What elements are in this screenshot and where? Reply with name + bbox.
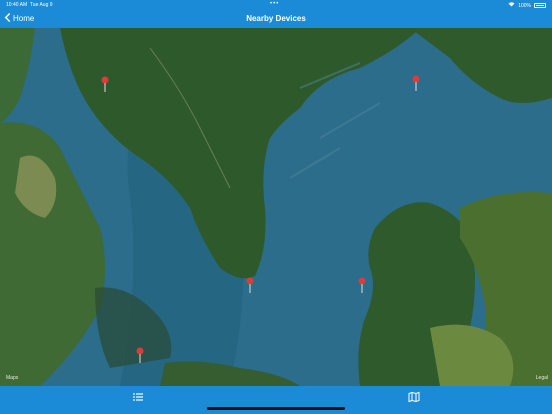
satellite-map[interactable]: Maps Legal (0, 28, 552, 386)
map-tab[interactable] (408, 390, 420, 403)
device-pin-5[interactable] (136, 347, 144, 363)
battery-percent: 100% (518, 2, 531, 9)
map-terrain (0, 28, 552, 386)
map-pin-icon (101, 76, 109, 92)
list-icon (133, 393, 143, 401)
map-icon (408, 391, 420, 403)
battery-icon (534, 3, 546, 8)
device-pin-2[interactable] (412, 75, 420, 91)
map-pin-icon (412, 75, 420, 91)
status-time: 10:40 AM Tue Aug 9 (6, 2, 53, 8)
list-tab[interactable] (132, 390, 144, 402)
maps-attribution: Maps (6, 375, 19, 381)
navigation-bar: Home Nearby Devices (0, 10, 552, 28)
map-pin-icon (358, 277, 366, 293)
wifi-icon (508, 2, 515, 9)
status-right: 100% (508, 2, 546, 9)
status-bar: 10:40 AM Tue Aug 9 ••• 100% (0, 0, 552, 10)
device-pin-3[interactable] (246, 277, 254, 293)
multitasking-dots[interactable]: ••• (270, 1, 279, 7)
home-indicator[interactable] (207, 407, 345, 410)
device-pin-4[interactable] (358, 277, 366, 293)
page-title: Nearby Devices (246, 14, 306, 23)
device-pin-1[interactable] (101, 76, 109, 92)
map-pin-icon (246, 277, 254, 293)
legal-link[interactable]: Legal (536, 375, 548, 381)
map-pin-icon (136, 347, 144, 363)
